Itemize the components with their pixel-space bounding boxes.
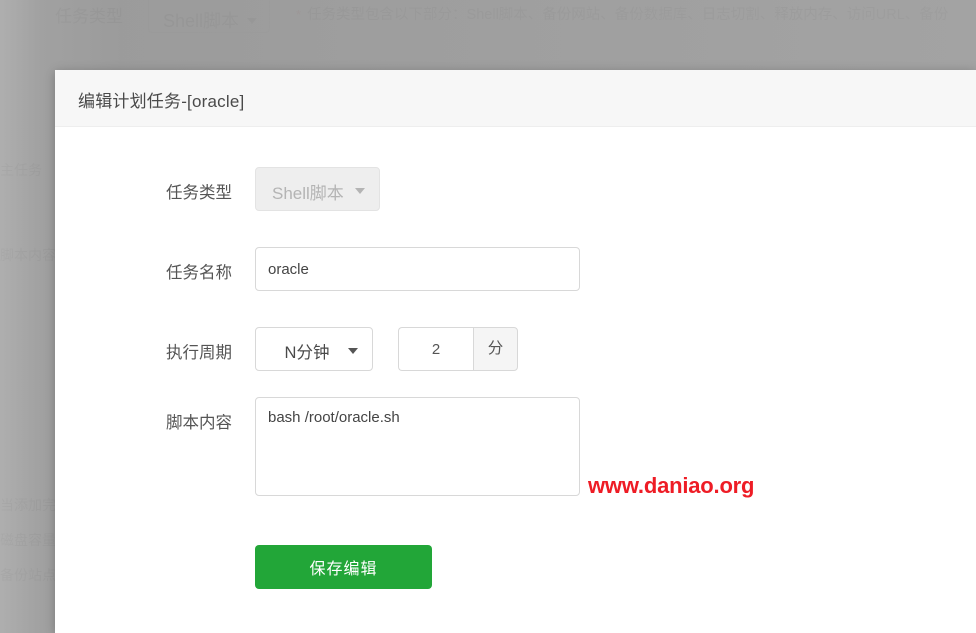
modal-title: 编辑计划任务-[oracle]: [78, 92, 245, 111]
task-name-label: 任务名称: [166, 264, 232, 282]
save-edit-button[interactable]: 保存编辑: [255, 545, 432, 589]
task-type-value: Shell脚本: [272, 184, 344, 203]
task-name-input[interactable]: [255, 247, 580, 291]
watermark: www.daniao.org: [588, 473, 755, 498]
edit-task-modal: 编辑计划任务-[oracle] 任务类型 Shell脚本 任务名称 执行周期 N…: [55, 70, 976, 633]
period-unit-addon: 分: [473, 327, 518, 371]
period-amount-input[interactable]: [398, 327, 473, 371]
chevron-down-icon: [355, 188, 365, 194]
modal-header: 编辑计划任务-[oracle]: [55, 70, 976, 127]
script-content-textarea[interactable]: bash /root/oracle.sh: [255, 397, 580, 496]
task-type-label: 任务类型: [166, 184, 232, 202]
chevron-down-icon: [348, 348, 358, 354]
period-cycle-select[interactable]: N分钟: [255, 327, 373, 371]
script-label: 脚本内容: [166, 414, 232, 432]
period-amount-group: 分: [398, 327, 518, 371]
modal-body: 任务类型 Shell脚本 任务名称 执行周期 N分钟 分 脚本内容: [55, 127, 976, 633]
period-label: 执行周期: [166, 344, 232, 362]
task-type-select[interactable]: Shell脚本: [255, 167, 380, 211]
